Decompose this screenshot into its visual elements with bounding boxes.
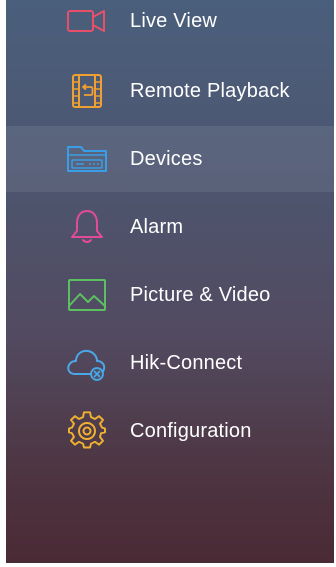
- menu-item-picture-video[interactable]: Picture & Video: [6, 262, 334, 328]
- menu-item-label: Remote Playback: [130, 79, 290, 102]
- menu-item-live-view[interactable]: Live View: [6, 0, 334, 54]
- menu-item-label: Alarm: [130, 215, 184, 238]
- menu-item-configuration[interactable]: Configuration: [6, 398, 334, 464]
- menu-item-devices[interactable]: Devices: [6, 126, 334, 192]
- playback-icon: [64, 71, 110, 111]
- menu-item-label: Configuration: [130, 419, 252, 442]
- menu-item-remote-playback[interactable]: Remote Playback: [6, 58, 334, 124]
- dvr-device-icon: [64, 139, 110, 179]
- side-menu-drawer: Live View Remote Playback Devices Alarm …: [6, 0, 334, 563]
- menu-item-label: Hik-Connect: [130, 351, 243, 374]
- menu-item-hik-connect[interactable]: Hik-Connect: [6, 330, 334, 396]
- cloud-icon: [64, 343, 110, 383]
- picture-icon: [64, 275, 110, 315]
- gear-icon: [64, 411, 110, 451]
- menu-item-label: Devices: [130, 147, 203, 170]
- menu-item-label: Picture & Video: [130, 283, 271, 306]
- bell-icon: [64, 207, 110, 247]
- menu-item-alarm[interactable]: Alarm: [6, 194, 334, 260]
- camera-icon: [64, 1, 110, 41]
- menu-item-label: Live View: [130, 9, 218, 32]
- screen: Live View Remote Playback Devices Alarm …: [0, 0, 336, 567]
